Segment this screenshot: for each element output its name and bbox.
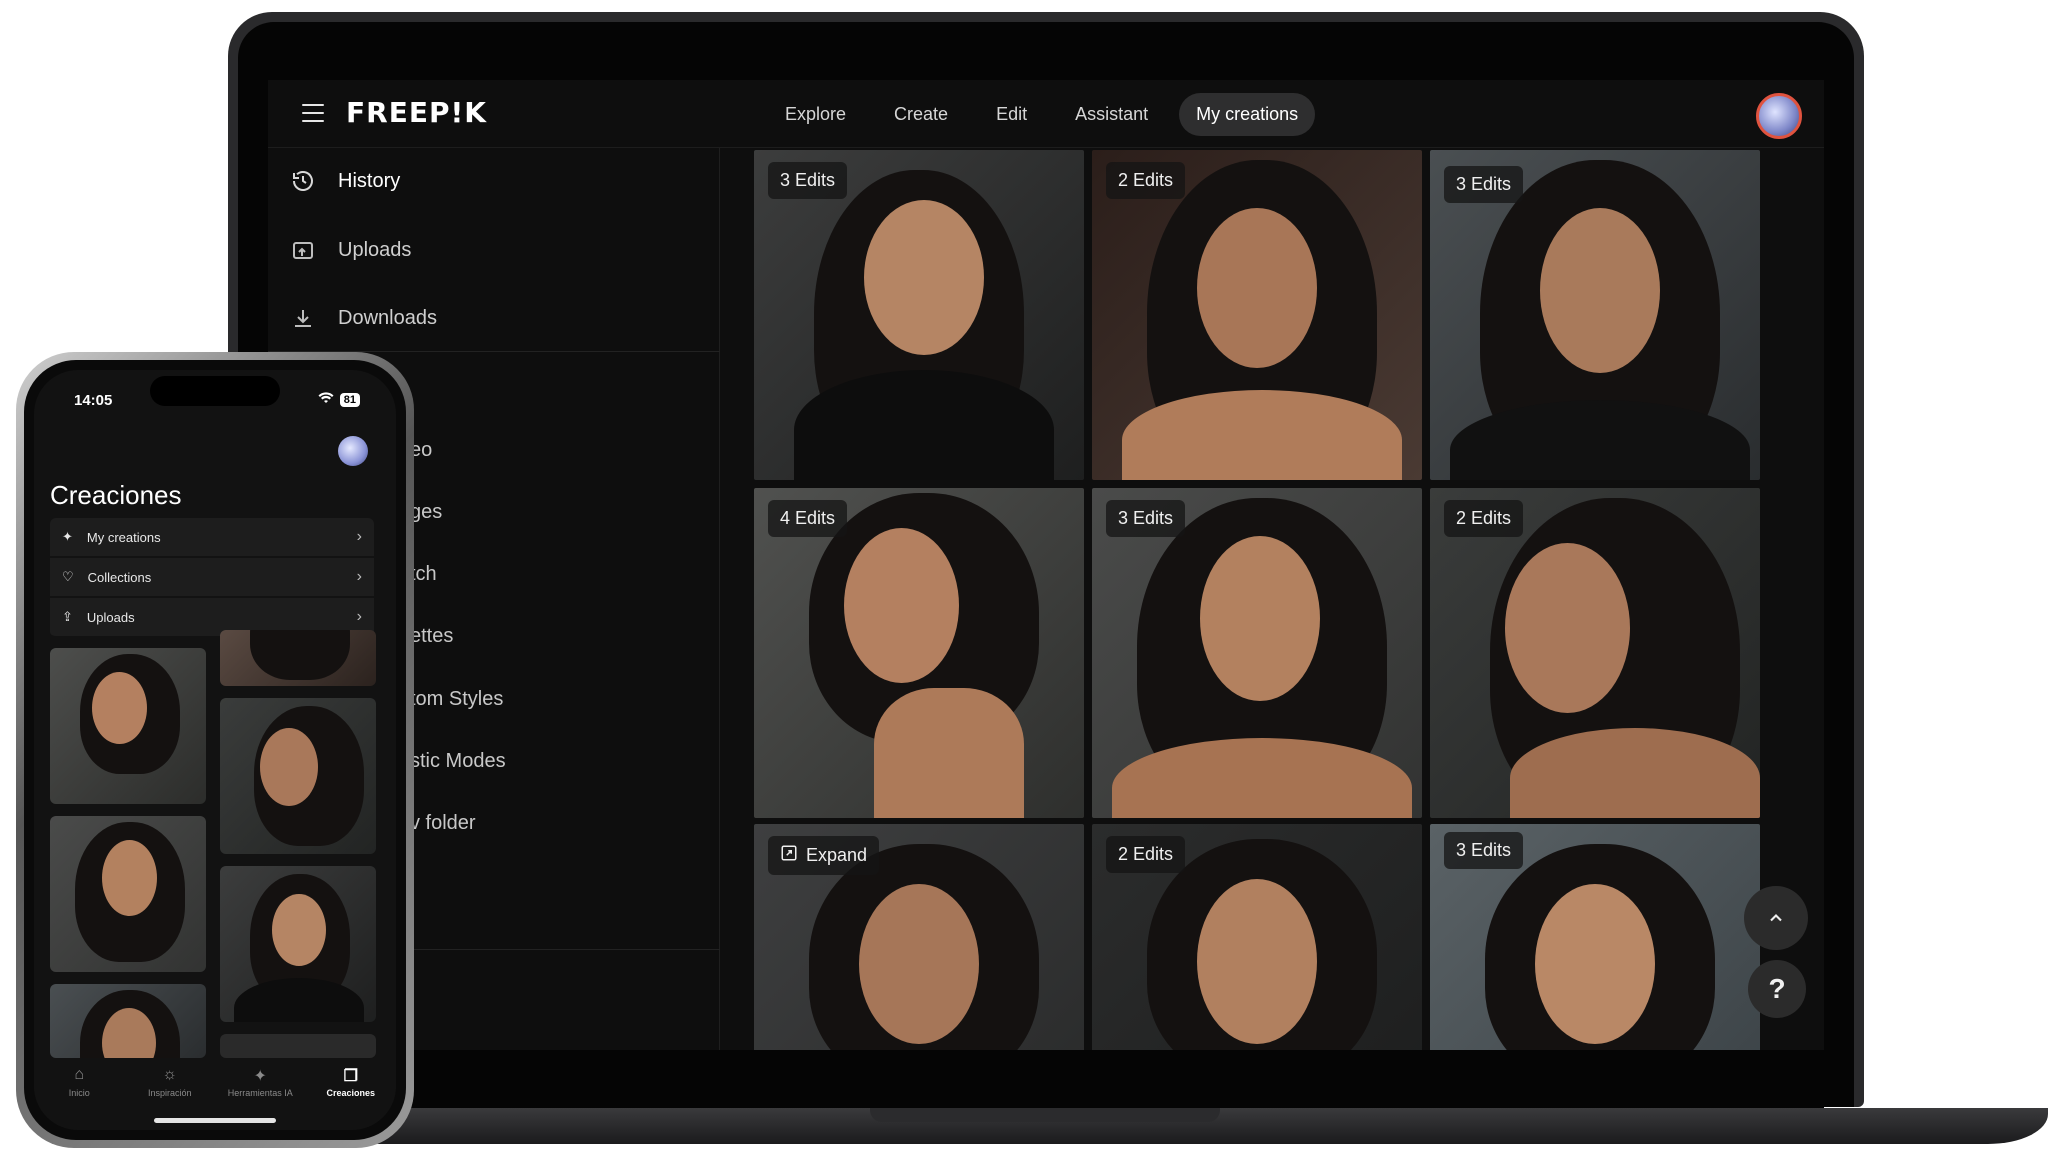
sidebar-item-sketch[interactable]: tch: [410, 563, 437, 586]
sparkle-icon: ✦: [62, 529, 73, 544]
help-button[interactable]: ?: [1748, 960, 1806, 1018]
creation-card[interactable]: 3 Edits: [1092, 488, 1422, 818]
laptop-screen: FREEP!K Explore Create Edit Assistant My…: [268, 80, 1824, 1050]
phone-notch: [150, 376, 280, 406]
sidebar-item-new-folder[interactable]: v folder: [410, 812, 476, 835]
creation-thumbnail[interactable]: [220, 1034, 376, 1058]
phone-menu: ✦ My creations › ♡ Collections › ⇪ Uploa…: [50, 518, 374, 638]
lightbulb-icon: ☼: [162, 1066, 178, 1083]
phone-body: 14:05 81 Creaciones ✦ My creations › ♡ C…: [24, 360, 406, 1140]
tab-inicio[interactable]: ⌂ Inicio: [39, 1066, 119, 1130]
nav-assistant[interactable]: Assistant: [1058, 93, 1165, 136]
nav-create[interactable]: Create: [877, 93, 965, 136]
creation-card[interactable]: Expand: [754, 824, 1084, 1050]
sidebar-item-artistic-modes[interactable]: stic Modes: [410, 750, 506, 773]
sidebar-item-label: Downloads: [338, 306, 437, 329]
download-icon: [290, 305, 316, 331]
sidebar-item-label: Uploads: [338, 238, 412, 261]
edits-badge: 3 Edits: [768, 162, 848, 199]
creation-card[interactable]: 3 Edits: [754, 150, 1084, 480]
scroll-top-button[interactable]: [1744, 886, 1808, 950]
creation-card[interactable]: 2 Edits: [1092, 824, 1422, 1050]
home-indicator: [154, 1118, 276, 1123]
battery-indicator: 81: [339, 392, 360, 407]
sidebar-item-downloads[interactable]: Downloads: [290, 298, 437, 338]
chevron-up-icon: [1770, 914, 1782, 922]
expand-badge[interactable]: Expand: [768, 836, 880, 875]
edits-badge: 3 Edits: [1106, 500, 1186, 537]
sparkle-icon: ✦: [253, 1068, 267, 1085]
creation-thumbnail[interactable]: [220, 866, 376, 1022]
laptop-chin: [268, 1050, 1824, 1108]
creation-card[interactable]: 3 Edits: [1430, 824, 1760, 1050]
creation-card[interactable]: 2 Edits: [1430, 488, 1760, 818]
laptop-notch: [870, 1108, 1220, 1122]
creation-thumbnail[interactable]: [50, 816, 206, 972]
phone-screen: 14:05 81 Creaciones ✦ My creations › ♡ C…: [34, 370, 396, 1130]
creation-card[interactable]: 2 Edits: [1092, 150, 1422, 480]
home-icon: ⌂: [74, 1066, 85, 1083]
main-nav: Explore Create Edit Assistant My creatio…: [768, 80, 1316, 148]
sidebar-item-label: History: [338, 169, 401, 192]
edits-badge: 2 Edits: [1106, 162, 1186, 199]
sidebar-item-history[interactable]: History: [290, 161, 400, 201]
expand-icon: [780, 844, 798, 867]
wifi-icon: [318, 392, 334, 407]
creation-card[interactable]: 4 Edits: [754, 488, 1084, 818]
sidebar-item-images[interactable]: ges: [410, 501, 442, 524]
status-time: 14:05: [74, 392, 113, 409]
chevron-right-icon: ›: [356, 528, 362, 545]
tab-creaciones[interactable]: ❐ Creaciones: [311, 1066, 391, 1130]
menu-item-collections[interactable]: ♡ Collections ›: [50, 558, 374, 598]
chevron-right-icon: ›: [356, 608, 362, 625]
nav-edit[interactable]: Edit: [979, 93, 1044, 136]
sidebar-item-palettes[interactable]: ettes: [410, 625, 453, 648]
hamburger-menu-icon[interactable]: [302, 104, 324, 122]
user-avatar[interactable]: [1756, 93, 1802, 139]
phone-user-avatar[interactable]: [338, 436, 368, 466]
top-header: FREEP!K Explore Create Edit Assistant My…: [268, 80, 1824, 148]
creation-thumbnail[interactable]: [50, 984, 206, 1058]
edits-badge: 2 Edits: [1106, 836, 1186, 873]
sidebar-item-uploads[interactable]: Uploads: [290, 230, 411, 270]
creations-grid: 3 Edits 2 Edits 3 Edits 4 Edits 3 Edits: [754, 150, 1764, 1050]
creation-thumbnail[interactable]: [50, 648, 206, 804]
edits-badge: 3 Edits: [1444, 832, 1524, 869]
freepik-logo[interactable]: FREEP!K: [346, 96, 487, 129]
edits-badge: 3 Edits: [1444, 166, 1524, 203]
heart-icon: ♡: [62, 569, 74, 584]
status-bar-icons: 81: [318, 392, 360, 407]
edits-badge: 2 Edits: [1444, 500, 1524, 537]
page-title: Creaciones: [50, 480, 182, 510]
history-icon: [290, 168, 316, 194]
chevron-right-icon: ›: [356, 568, 362, 585]
uploads-icon: [290, 237, 316, 263]
sidebar-item-custom-styles[interactable]: tom Styles: [410, 688, 503, 711]
nav-my-creations[interactable]: My creations: [1179, 92, 1316, 136]
edits-badge: 4 Edits: [768, 500, 848, 537]
menu-item-my-creations[interactable]: ✦ My creations ›: [50, 518, 374, 558]
creation-thumbnail[interactable]: [220, 630, 376, 686]
creation-card[interactable]: 3 Edits: [1430, 150, 1760, 480]
nav-explore[interactable]: Explore: [768, 93, 863, 136]
upload-icon: ⇪: [62, 609, 73, 624]
creation-thumbnail[interactable]: [220, 698, 376, 854]
folder-icon: ❐: [343, 1068, 358, 1085]
